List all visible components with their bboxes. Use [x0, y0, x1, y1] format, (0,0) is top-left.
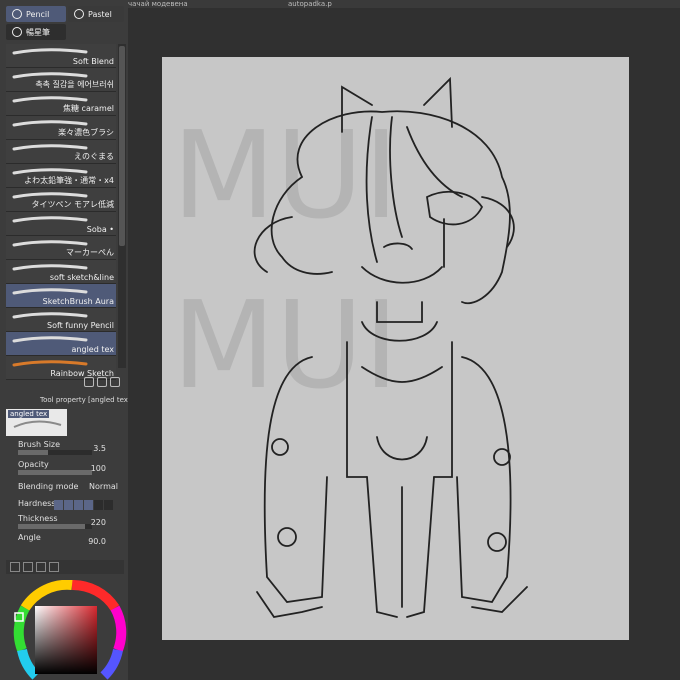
tool-panel: Pencil Pastel 暢星筆 Soft Blend 촉촉 질감을 에어브러쉬… — [0, 0, 131, 680]
brush-item[interactable]: タイツペン モアレ低減 — [6, 188, 116, 212]
intermediate-color-tab[interactable] — [36, 562, 46, 572]
hardness-step[interactable] — [54, 500, 63, 510]
brush-size-row[interactable]: Brush Size 3.5 — [18, 440, 118, 456]
angle-value: 90.0 — [88, 537, 106, 546]
hardness-row[interactable]: Hardness — [18, 499, 118, 515]
color-wheel-tab[interactable] — [10, 562, 20, 572]
color-wheel[interactable] — [6, 580, 128, 680]
approximate-color-tab[interactable] — [49, 562, 59, 572]
brush-item-label: マーカーぺん — [66, 248, 114, 257]
brush-item-label: タイツペン モアレ低減 — [31, 200, 114, 209]
brush-list: Soft Blend 촉촉 질감을 에어브러쉬 焦糖 caramel 楽々濃色ブラシえ… — [6, 44, 116, 380]
hardness-step[interactable] — [64, 500, 73, 510]
brush-preview: angled tex — [6, 409, 67, 436]
brush-item-label: 焦糖 caramel — [63, 104, 114, 113]
duplicate-brush-icon[interactable] — [97, 377, 107, 387]
brush-item-label: SketchBrush Aura — [42, 297, 114, 306]
brush-preview-stroke — [13, 420, 62, 428]
document-tab-bar: чачай модевена autopadka.p — [128, 0, 680, 8]
brush-item-label: angled tex — [71, 345, 114, 354]
hardness-step[interactable] — [74, 500, 83, 510]
brush-size-slider[interactable] — [18, 450, 92, 455]
blending-mode-value[interactable]: Normal — [89, 482, 118, 491]
thickness-label: Thickness — [18, 514, 58, 523]
tab-third-label: 暢星筆 — [26, 27, 50, 37]
thickness-row[interactable]: Thickness 220 — [18, 514, 118, 530]
drawing-canvas[interactable]: MUI MUI — [162, 57, 629, 640]
brush-item[interactable]: よわ太鉛筆強・通常・x4 — [6, 164, 116, 188]
brush-item[interactable]: えのぐまる — [6, 140, 116, 164]
thickness-value: 220 — [90, 518, 106, 527]
angle-row[interactable]: Angle 90.0 — [18, 533, 118, 549]
tab-pastel-label: Pastel — [88, 9, 112, 19]
brush-item-label: よわ太鉛筆強・通常・x4 — [24, 176, 114, 185]
brush-item[interactable]: Soba • — [6, 212, 116, 236]
brush-item[interactable]: マーカーぺん — [6, 236, 116, 260]
brush-item[interactable]: angled tex — [6, 332, 116, 356]
angle-label: Angle — [18, 533, 41, 542]
brush-item-label: soft sketch&line — [49, 273, 114, 282]
pastel-icon — [74, 9, 84, 19]
opacity-row[interactable]: Opacity 100 — [18, 460, 118, 476]
brush-item-label: Soft Blend — [72, 57, 114, 66]
color-panel-tabs — [6, 560, 124, 574]
brush-item[interactable]: soft sketch&line — [6, 260, 116, 284]
brush-list-actions — [84, 377, 120, 387]
document-tab-2[interactable]: autopadka.p — [288, 0, 368, 8]
scrollbar-thumb[interactable] — [119, 46, 125, 246]
thickness-slider[interactable] — [18, 524, 92, 529]
brush-item[interactable]: 焦糖 caramel — [6, 92, 116, 116]
sketch-artwork: MUI MUI — [172, 76, 528, 618]
brush-size-value: 3.5 — [93, 444, 106, 453]
svg-text:MUI: MUI — [172, 277, 399, 416]
brush-item-label: Soft funny Pencil — [46, 321, 114, 330]
tab-pastel[interactable]: Pastel — [68, 6, 124, 22]
hardness-label: Hardness — [18, 499, 56, 508]
brush-item[interactable]: Soft Blend — [6, 44, 116, 68]
color-set-tab[interactable] — [23, 562, 33, 572]
brush-set-icon — [12, 27, 22, 37]
opacity-value: 100 — [90, 464, 106, 473]
watermark-text: MUI — [172, 107, 399, 246]
brush-item-label: Soba • — [86, 225, 114, 234]
brush-item[interactable]: 촉촉 질감을 에어브러쉬 — [6, 68, 116, 92]
hardness-step[interactable] — [84, 500, 93, 510]
add-brush-icon[interactable] — [84, 377, 94, 387]
blending-mode-row[interactable]: Blending mode Normal — [18, 482, 118, 498]
tab-pencil-label: Pencil — [26, 9, 50, 19]
tool-property-header: Tool property [angled tex] — [40, 396, 131, 404]
brush-item-label: 촉촉 질감을 에어브러쉬 — [35, 80, 114, 89]
blending-mode-label: Blending mode — [18, 482, 79, 491]
document-tab-1[interactable]: чачай модевена — [128, 0, 208, 8]
brush-item[interactable]: SketchBrush Aura — [6, 284, 116, 308]
delete-brush-icon[interactable] — [110, 377, 120, 387]
tab-pencil[interactable]: Pencil — [6, 6, 66, 22]
brush-item[interactable]: 楽々濃色ブラシ — [6, 116, 116, 140]
hardness-step[interactable] — [104, 500, 113, 510]
opacity-label: Opacity — [18, 460, 49, 469]
brush-item-label: 楽々濃色ブラシ — [58, 128, 114, 137]
brush-item[interactable]: Soft funny Pencil — [6, 308, 116, 332]
tab-third[interactable]: 暢星筆 — [6, 24, 66, 40]
opacity-slider[interactable] — [18, 470, 92, 475]
brush-size-label: Brush Size — [18, 440, 61, 449]
brush-item-label: えのぐまる — [74, 152, 114, 161]
pencil-icon — [12, 9, 22, 19]
hardness-step[interactable] — [94, 500, 103, 510]
brush-list-scrollbar[interactable] — [118, 44, 126, 368]
